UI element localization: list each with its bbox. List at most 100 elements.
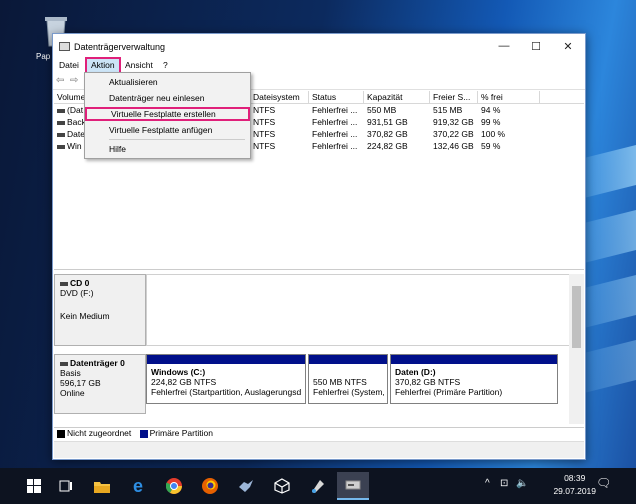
volume-filesystem: NTFS bbox=[253, 117, 276, 127]
disk-type: DVD (F:) bbox=[60, 288, 94, 298]
close-button[interactable]: ✕ bbox=[553, 36, 583, 56]
column-header-status[interactable]: Status bbox=[309, 91, 364, 103]
clock-time: 08:39 bbox=[564, 473, 586, 483]
disk-status: Online bbox=[60, 388, 85, 398]
hard-disk-icon bbox=[60, 361, 68, 366]
partition-status: Fehlerfrei (Primäre Partition) bbox=[395, 387, 503, 397]
disk-size bbox=[60, 298, 140, 307]
volume-name: Win bbox=[67, 141, 82, 151]
volume-filesystem: NTFS bbox=[253, 105, 276, 115]
volume-status: Fehlerfrei ... bbox=[312, 117, 358, 127]
edge-browser-icon[interactable]: e bbox=[124, 472, 152, 500]
disk-status: Kein Medium bbox=[60, 311, 110, 321]
disk-management-app-icon bbox=[59, 42, 70, 51]
menu-separator bbox=[109, 139, 245, 140]
volume-icon bbox=[57, 132, 65, 137]
file-explorer-icon[interactable] bbox=[88, 472, 116, 500]
partition-system[interactable]: 550 MB NTFS Fehlerfrei (System, bbox=[308, 354, 388, 404]
taskbar: e ^ ⊡ 🔈 08:39 29.07.2019 🗨 bbox=[0, 468, 636, 504]
volume-filesystem: NTFS bbox=[253, 141, 276, 151]
volume-name: (Dat bbox=[67, 105, 84, 115]
volume-status: Fehlerfrei ... bbox=[312, 141, 358, 151]
column-header-capacity[interactable]: Kapazität bbox=[364, 91, 430, 103]
disk0-partition-area: Windows (C:) 224,82 GB NTFS Fehlerfrei (… bbox=[146, 354, 570, 414]
app-paint-icon[interactable] bbox=[304, 472, 332, 500]
legend: Nicht zugeordnet Primäre Partition bbox=[54, 427, 584, 440]
menu-item-create-vhd[interactable]: Virtuelle Festplatte erstellen bbox=[85, 107, 250, 121]
column-header-percent-free[interactable]: % frei bbox=[478, 91, 540, 103]
menu-item-attach-vhd[interactable]: Virtuelle Festplatte anfügen bbox=[85, 123, 250, 137]
menu-help[interactable]: ? bbox=[159, 59, 172, 72]
disk-size: 596,17 GB bbox=[60, 378, 101, 388]
disk-management-taskbar-icon[interactable] bbox=[337, 472, 369, 500]
minimize-button[interactable]: — bbox=[489, 36, 519, 56]
disk-name: Datenträger 0 bbox=[70, 358, 125, 368]
title-bar[interactable]: Datenträgerverwaltung — ☐ ✕ bbox=[53, 34, 585, 58]
volume-name: Date bbox=[67, 129, 85, 139]
window-title: Datenträgerverwaltung bbox=[74, 42, 166, 52]
tray-chevron-icon[interactable]: ^ bbox=[485, 478, 490, 489]
firefox-browser-icon[interactable] bbox=[196, 472, 224, 500]
taskbar-clock[interactable]: 08:39 29.07.2019 bbox=[553, 472, 596, 498]
forward-arrow-icon[interactable]: ⇨ bbox=[70, 75, 78, 86]
back-arrow-icon[interactable]: ⇦ bbox=[56, 75, 64, 86]
notifications-icon[interactable]: 🗨 bbox=[596, 476, 611, 490]
legend-swatch-primary bbox=[139, 429, 148, 438]
disk-info-disk0[interactable]: Datenträger 0 Basis 596,17 GB Online bbox=[54, 354, 146, 414]
volume-filesystem: NTFS bbox=[253, 129, 276, 139]
partition-header-bar bbox=[391, 355, 557, 364]
partition-status: Fehlerfrei (Startpartition, Auslagerungs… bbox=[151, 387, 302, 397]
column-header-filesystem[interactable]: Dateisystem bbox=[250, 91, 309, 103]
windows-start-icon[interactable] bbox=[20, 472, 48, 500]
network-icon[interactable]: ⊡ bbox=[500, 478, 508, 489]
clock-date: 29.07.2019 bbox=[553, 486, 596, 496]
volume-free: 515 MB bbox=[433, 105, 463, 115]
partition-size: 224,82 GB NTFS bbox=[151, 377, 217, 387]
partition-title: Windows (C:) bbox=[151, 367, 206, 377]
volume-capacity: 370,82 GB bbox=[367, 129, 408, 139]
app-bird-icon[interactable] bbox=[232, 472, 260, 500]
menu-datei[interactable]: Datei bbox=[55, 59, 83, 72]
partition-header-bar bbox=[147, 355, 305, 364]
menu-item-hilfe[interactable]: Hilfe bbox=[85, 142, 250, 156]
maximize-button[interactable]: ☐ bbox=[521, 36, 551, 56]
volume-status: Fehlerfrei ... bbox=[312, 105, 358, 115]
cd0-empty-area[interactable] bbox=[146, 274, 570, 346]
cd-drive-icon bbox=[60, 281, 68, 286]
volume-status: Fehlerfrei ... bbox=[312, 129, 358, 139]
menu-item-rescan-disks[interactable]: Datenträger neu einlesen bbox=[85, 91, 250, 105]
disk-info-cd0[interactable]: CD 0 DVD (F:) Kein Medium bbox=[54, 274, 146, 346]
disk-name: CD 0 bbox=[70, 278, 90, 288]
volume-capacity: 550 MB bbox=[367, 105, 397, 115]
partition-title: Daten (D:) bbox=[395, 367, 436, 377]
partition-header-bar bbox=[309, 355, 387, 364]
disk-graphical-view: CD 0 DVD (F:) Kein Medium Datenträger 0 … bbox=[54, 274, 584, 424]
chrome-browser-icon[interactable] bbox=[160, 472, 188, 500]
desktop-icon-label[interactable]: Pap bbox=[36, 52, 50, 61]
menu-ansicht[interactable]: Ansicht bbox=[121, 59, 157, 72]
partition-size: 550 MB NTFS bbox=[313, 377, 367, 387]
app-cube-icon[interactable] bbox=[268, 472, 296, 500]
volume-free: 370,22 GB bbox=[433, 129, 474, 139]
volume-free: 919,32 GB bbox=[433, 117, 474, 127]
volume-percent-free: 94 % bbox=[481, 105, 501, 115]
disk-view-scrollbar[interactable] bbox=[569, 274, 584, 424]
volume-icon[interactable]: 🔈 bbox=[516, 478, 528, 489]
volume-percent-free: 59 % bbox=[481, 141, 501, 151]
volume-percent-free: 100 % bbox=[481, 129, 506, 139]
menu-bar: Datei Aktion Ansicht ? bbox=[53, 57, 585, 74]
volume-percent-free: 99 % bbox=[481, 117, 501, 127]
menu-item-aktualisieren[interactable]: Aktualisieren bbox=[85, 75, 250, 89]
partition-daten-d[interactable]: Daten (D:) 370,82 GB NTFS Fehlerfrei (Pr… bbox=[390, 354, 558, 404]
partition-size: 370,82 GB NTFS bbox=[395, 377, 461, 387]
task-view-icon[interactable] bbox=[52, 472, 80, 500]
volume-icon bbox=[57, 120, 65, 125]
legend-swatch-unallocated bbox=[57, 429, 65, 438]
partition-status: Fehlerfrei (System, bbox=[313, 387, 385, 397]
scrollbar-thumb[interactable] bbox=[572, 286, 581, 348]
column-header-free-space[interactable]: Freier S... bbox=[430, 91, 478, 103]
partition-windows-c[interactable]: Windows (C:) 224,82 GB NTFS Fehlerfrei (… bbox=[146, 354, 306, 404]
status-bar bbox=[54, 441, 584, 458]
legend-unallocated: Nicht zugeordnet bbox=[67, 428, 132, 438]
volume-icon bbox=[57, 108, 65, 113]
